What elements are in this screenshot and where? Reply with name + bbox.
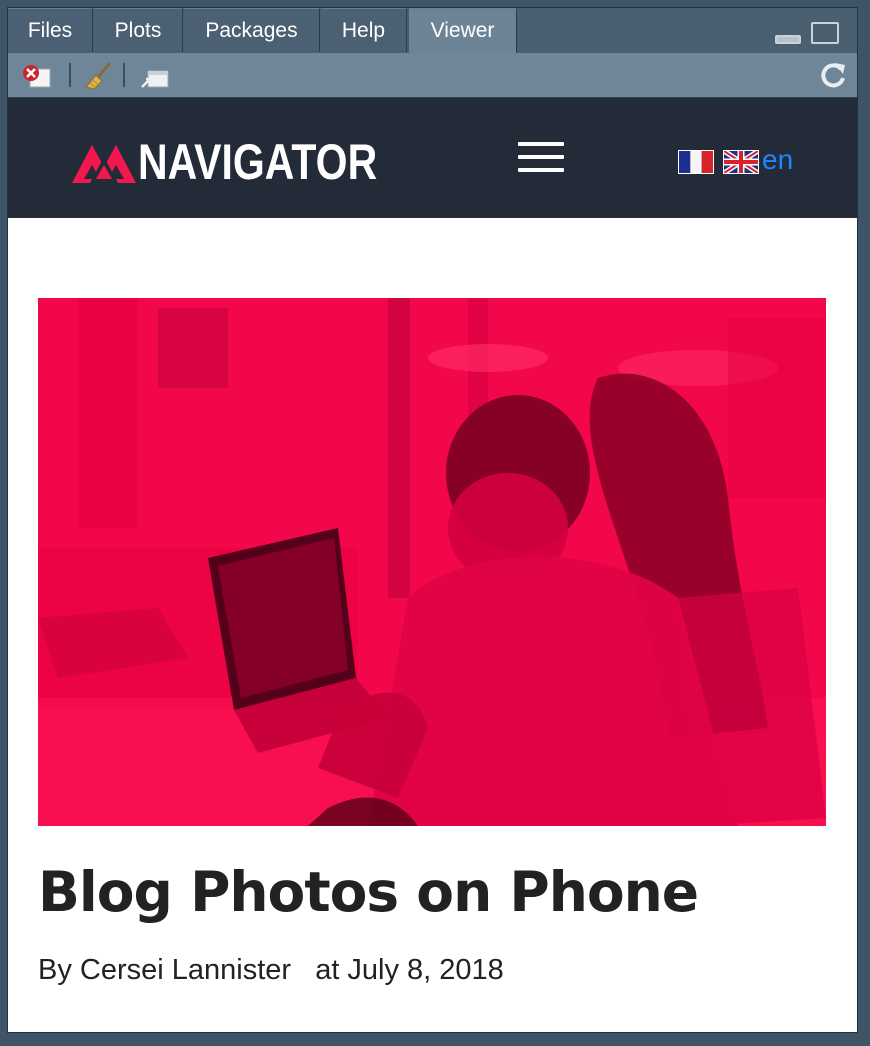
logo-text: NAVIGATOR (138, 134, 378, 190)
minimize-pane-button[interactable] (775, 35, 801, 44)
hamburger-menu-icon[interactable] (518, 142, 566, 176)
pane-tab-bar: Files Plots Packages Help Viewer (8, 8, 857, 54)
tab-help[interactable]: Help (321, 8, 407, 52)
clear-viewer-icon[interactable] (20, 61, 51, 89)
author-link[interactable]: Cersei Lannister (80, 954, 291, 986)
language-link[interactable]: en (762, 144, 793, 176)
tab-files[interactable]: Files (8, 8, 93, 52)
refresh-icon[interactable] (817, 59, 847, 88)
tab-packages[interactable]: Packages (184, 8, 320, 52)
france-flag-icon[interactable] (678, 150, 714, 174)
hero-image (38, 298, 826, 826)
by-label: By (38, 954, 72, 986)
viewer-toolbar (8, 53, 857, 98)
tab-plots[interactable]: Plots (94, 8, 183, 52)
logo-mark-icon (72, 145, 136, 183)
viewer-pane: Files Plots Packages Help Viewer NAVIGAT… (7, 7, 858, 1033)
post-date: at July 8, 2018 (315, 954, 504, 986)
post-title: Blog Photos on Phone (38, 860, 699, 924)
toolbar-separator (69, 63, 71, 87)
post-byline: By Cersei Lannister at July 8, 2018 (38, 954, 504, 987)
tab-viewer[interactable]: Viewer (409, 8, 517, 54)
maximize-pane-button[interactable] (811, 22, 839, 44)
toolbar-separator (123, 63, 125, 87)
site-header: NAVIGATOR en (8, 98, 857, 218)
export-icon[interactable] (138, 61, 169, 89)
broom-icon[interactable] (82, 61, 112, 90)
navigator-logo[interactable]: NAVIGATOR (70, 136, 430, 188)
uk-flag-icon[interactable] (723, 150, 759, 174)
